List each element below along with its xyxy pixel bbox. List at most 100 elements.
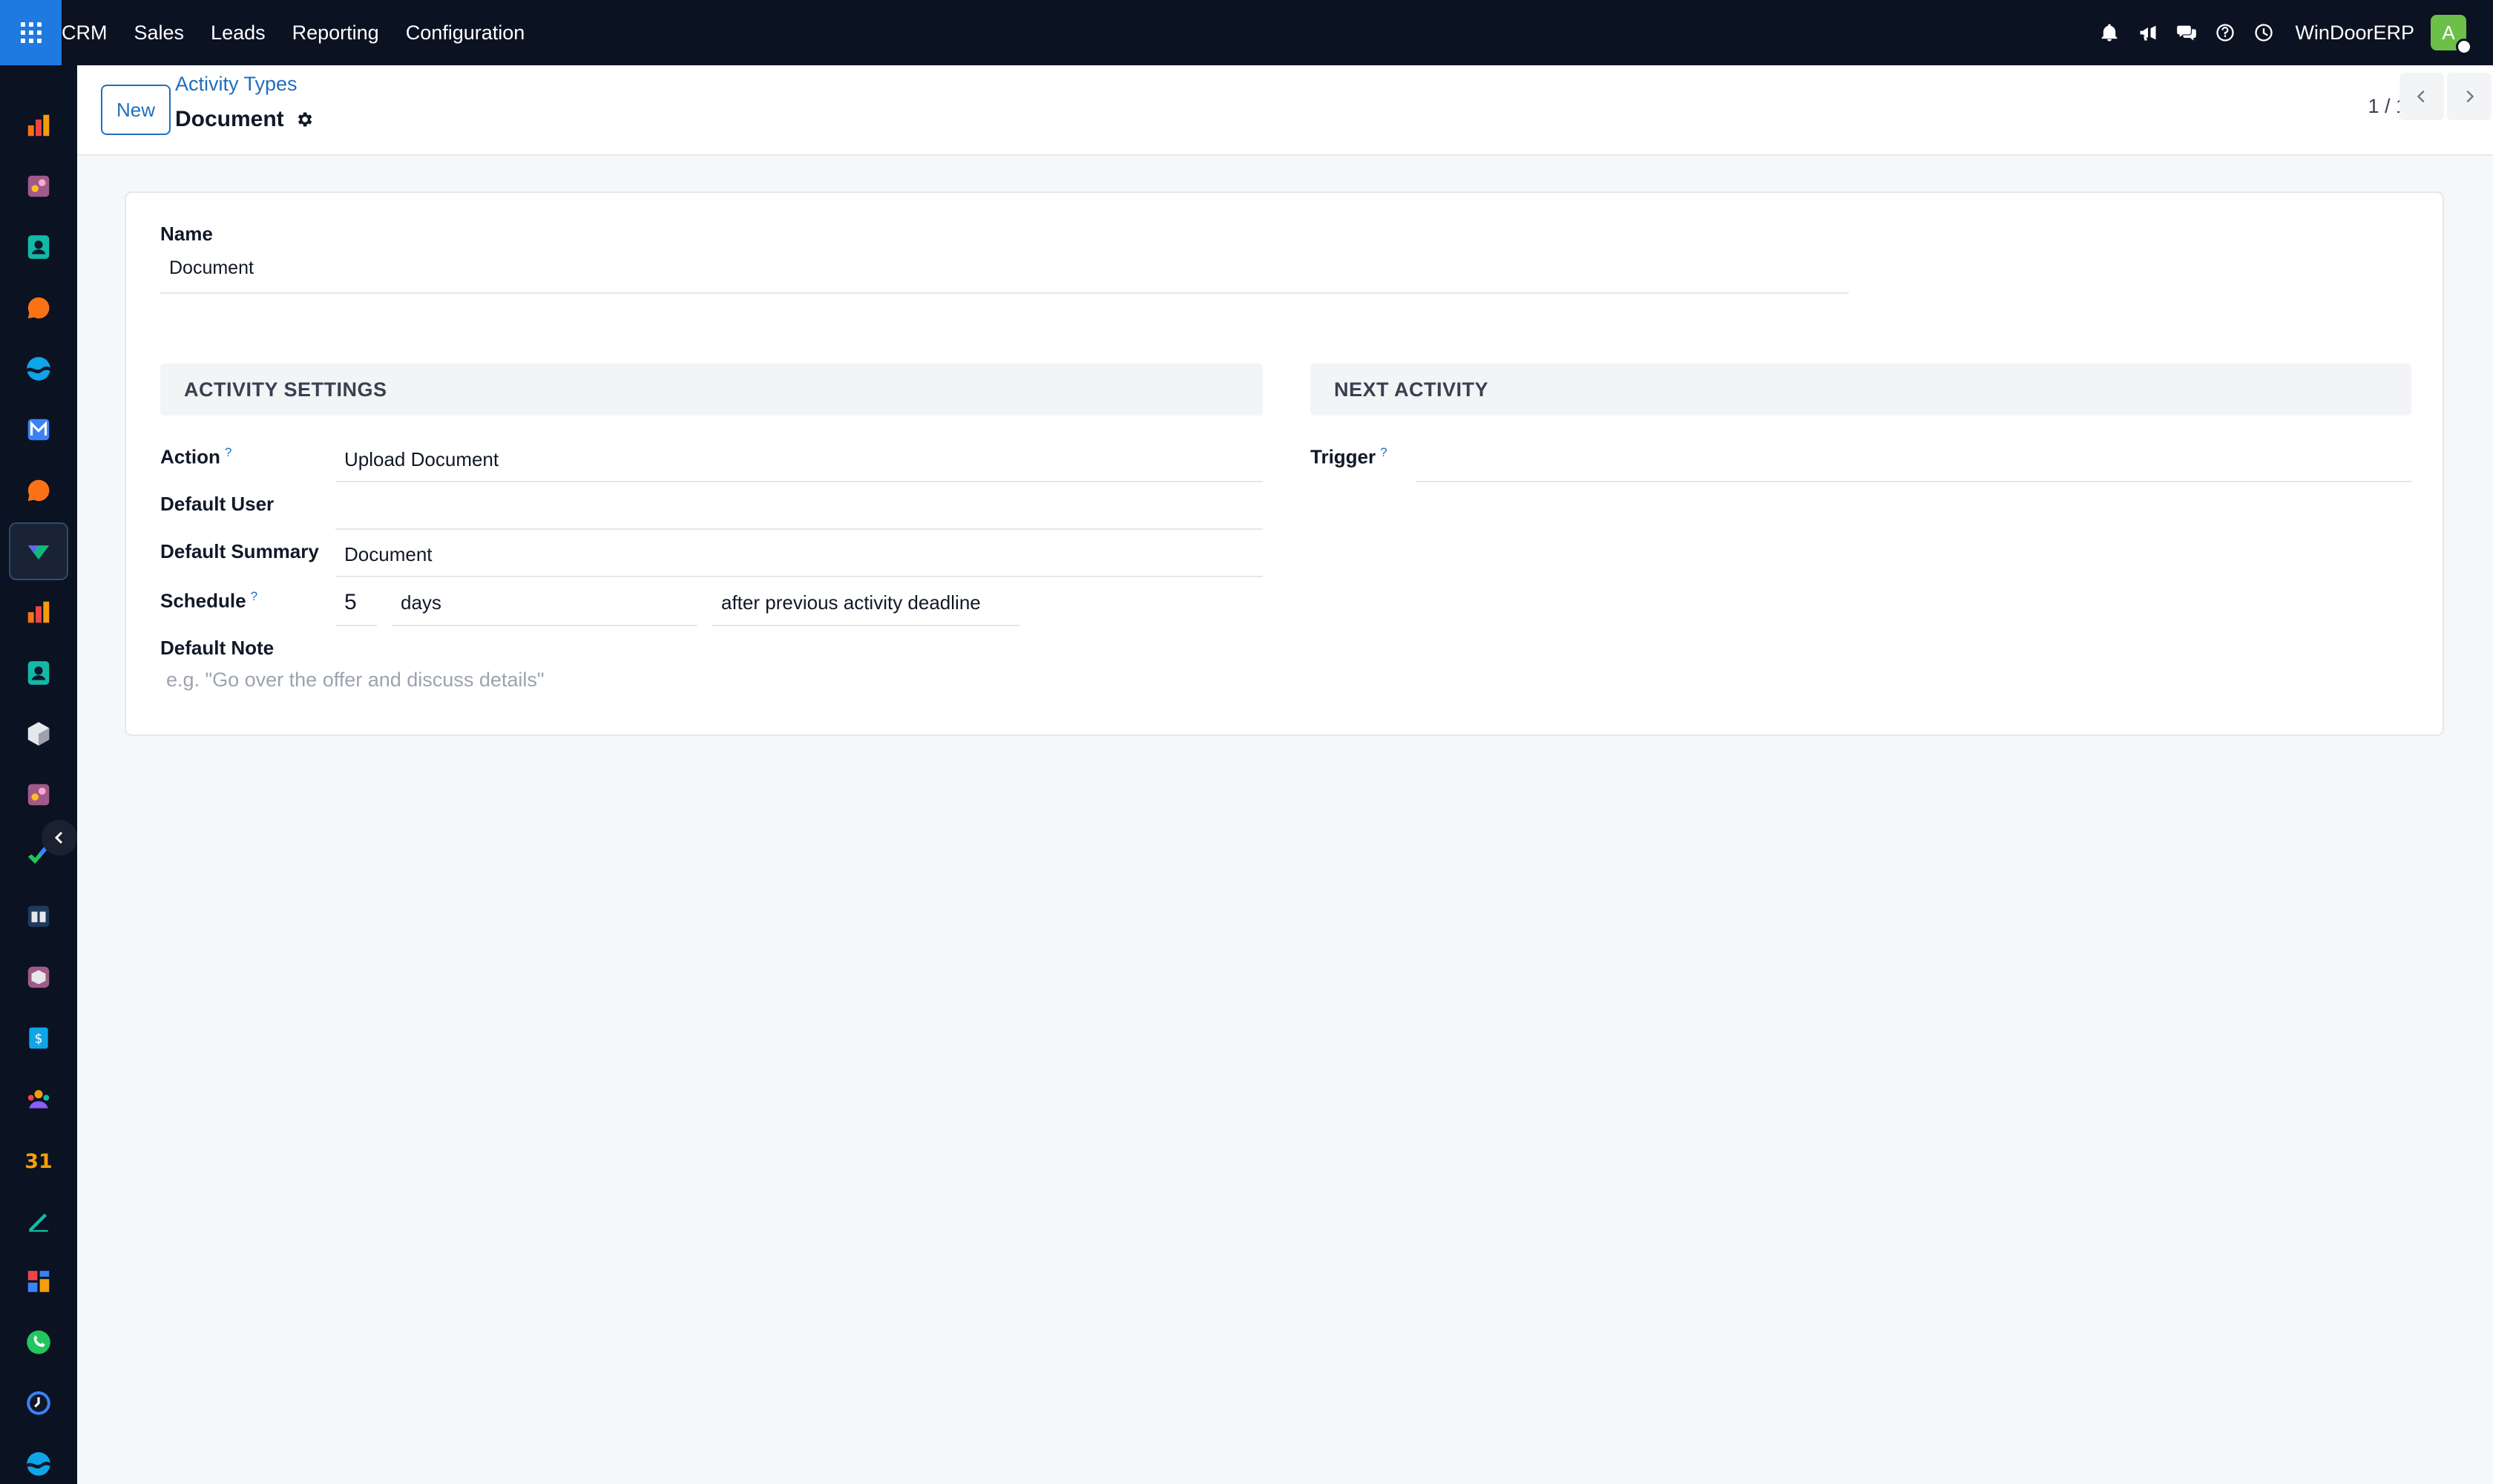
action-help-icon[interactable]: ?: [225, 445, 231, 459]
app-sidebar: $ 31: [0, 65, 77, 1484]
discuss-icon: [27, 479, 50, 502]
default-user-field[interactable]: [335, 485, 1263, 530]
chart-icon: [27, 601, 50, 623]
default-summary-label: Default Summary: [160, 540, 319, 562]
sidebar-app-puzzle-2[interactable]: [9, 766, 68, 824]
pager-next-button[interactable]: [2447, 73, 2492, 120]
menu-reporting[interactable]: Reporting: [279, 0, 392, 65]
puzzle-icon: [27, 784, 50, 806]
chevron-left-icon: [54, 831, 63, 844]
page-title: Document: [175, 107, 314, 132]
menu-leads[interactable]: Leads: [197, 0, 279, 65]
invoice-icon: $: [29, 1027, 48, 1049]
company-switcher[interactable]: WinDoorERP: [2295, 22, 2414, 45]
trigger-label-text: Trigger: [1310, 445, 1376, 468]
sidebar-app-box[interactable]: [9, 948, 68, 1006]
discuss-icon: [27, 297, 50, 319]
clock-icon[interactable]: [2244, 13, 2283, 52]
avatar-initial: A: [2442, 21, 2455, 44]
grid-icon: [27, 1270, 50, 1293]
menu-configuration[interactable]: Configuration: [392, 0, 539, 65]
control-panel: New Activity Types Document 1 / 1: [77, 65, 2493, 156]
default-user-label: Default User: [160, 493, 275, 515]
schedule-help-icon[interactable]: ?: [251, 589, 257, 603]
schedule-label-text: Schedule: [160, 589, 246, 612]
name-field[interactable]: Document: [160, 243, 1849, 294]
pager-previous-button[interactable]: [2400, 73, 2444, 120]
apps-menu-button[interactable]: [0, 0, 62, 65]
sidebar-app-clock[interactable]: [9, 1374, 68, 1432]
megaphone-icon[interactable]: [2129, 13, 2167, 52]
wave-icon: [27, 1452, 50, 1476]
breadcrumb-activity-types[interactable]: Activity Types: [175, 73, 298, 96]
user-avatar[interactable]: A: [2431, 15, 2472, 55]
action-label: Action?: [160, 445, 231, 469]
sidebar-app-puzzle[interactable]: [9, 157, 68, 215]
default-note-field[interactable]: e.g. "Go over the offer and discuss deta…: [165, 657, 1263, 702]
contacts-icon: [27, 661, 50, 685]
bell-icon[interactable]: [2090, 13, 2129, 52]
record-name: Document: [175, 107, 284, 131]
chevron-right-icon: [2466, 90, 2474, 103]
calendar-icon: 31: [24, 1150, 52, 1173]
cube-icon: [27, 722, 50, 746]
sidebar-app-dashboard[interactable]: [9, 96, 68, 154]
sidebar-app-chart[interactable]: [9, 583, 68, 641]
sidebar-app-team[interactable]: [9, 1070, 68, 1128]
activity-settings-heading: ACTIVITY SETTINGS: [160, 364, 1263, 416]
team-icon: [27, 1090, 50, 1109]
chat-icon[interactable]: [2167, 13, 2206, 52]
sidebar-app-crm[interactable]: [9, 522, 68, 580]
box-icon: [27, 966, 50, 988]
sidebar-app-wave[interactable]: [9, 340, 68, 398]
grid-icon: [20, 22, 42, 43]
clock-icon: [27, 1391, 50, 1415]
wave-icon: [27, 357, 50, 381]
help-icon[interactable]: [2206, 13, 2244, 52]
sidebar-app-discuss-2[interactable]: [9, 462, 68, 519]
sidebar-app-contacts-2[interactable]: [9, 644, 68, 702]
sidebar-app-contacts[interactable]: [9, 218, 68, 276]
sidebar-app-wave-2[interactable]: [9, 1435, 68, 1484]
sidebar-app-mail[interactable]: [9, 401, 68, 459]
menu-app-name[interactable]: CRM: [62, 0, 121, 65]
sidebar-app-invoice[interactable]: $: [9, 1009, 68, 1067]
puzzle-icon: [27, 175, 50, 197]
mail-icon: [27, 418, 50, 441]
default-summary-field[interactable]: Document: [335, 533, 1263, 577]
sidebar-app-whatsapp[interactable]: [9, 1313, 68, 1371]
sign-icon: [29, 1213, 48, 1232]
calendar-day-text: 31: [24, 1150, 52, 1173]
dashboard-icon: [27, 114, 50, 137]
schedule-unit-select[interactable]: days: [392, 580, 697, 626]
action-label-text: Action: [160, 445, 220, 468]
schedule-label: Schedule?: [160, 589, 257, 613]
sidebar-app-grid[interactable]: [9, 1252, 68, 1310]
main-menu: CRM Sales Leads Reporting Configuration: [62, 0, 538, 65]
systray: WinDoorERP A: [2090, 0, 2493, 65]
sidebar-app-book[interactable]: [9, 887, 68, 945]
default-note-label: Default Note: [160, 637, 275, 659]
menu-sales[interactable]: Sales: [121, 0, 198, 65]
book-icon: [27, 905, 50, 928]
sidebar-app-sign[interactable]: [9, 1192, 68, 1250]
form-sheet: Name Document ACTIVITY SETTINGS Action? …: [125, 191, 2444, 736]
action-select[interactable]: Upload Document: [335, 438, 1263, 482]
sidebar-app-calendar[interactable]: 31: [9, 1131, 68, 1189]
contacts-icon: [27, 235, 50, 259]
presence-dot: [2456, 39, 2472, 55]
next-activity-heading: NEXT ACTIVITY: [1310, 364, 2411, 416]
top-navbar: CRM Sales Leads Reporting Configuration …: [0, 0, 2493, 65]
trigger-select[interactable]: [1416, 438, 2411, 482]
sidebar-collapse-button[interactable]: [42, 820, 77, 856]
name-label: Name: [160, 223, 213, 245]
trigger-label: Trigger?: [1310, 445, 1387, 469]
trigger-help-icon[interactable]: ?: [1380, 445, 1387, 459]
schedule-from-select[interactable]: after previous activity deadline: [712, 580, 1019, 626]
schedule-count-field[interactable]: 5: [335, 580, 377, 626]
new-button[interactable]: New: [101, 85, 171, 135]
sidebar-app-discuss[interactable]: [9, 279, 68, 337]
sidebar-app-cube[interactable]: [9, 705, 68, 763]
gear-icon[interactable]: [295, 110, 314, 129]
crm-icon: [27, 545, 50, 560]
